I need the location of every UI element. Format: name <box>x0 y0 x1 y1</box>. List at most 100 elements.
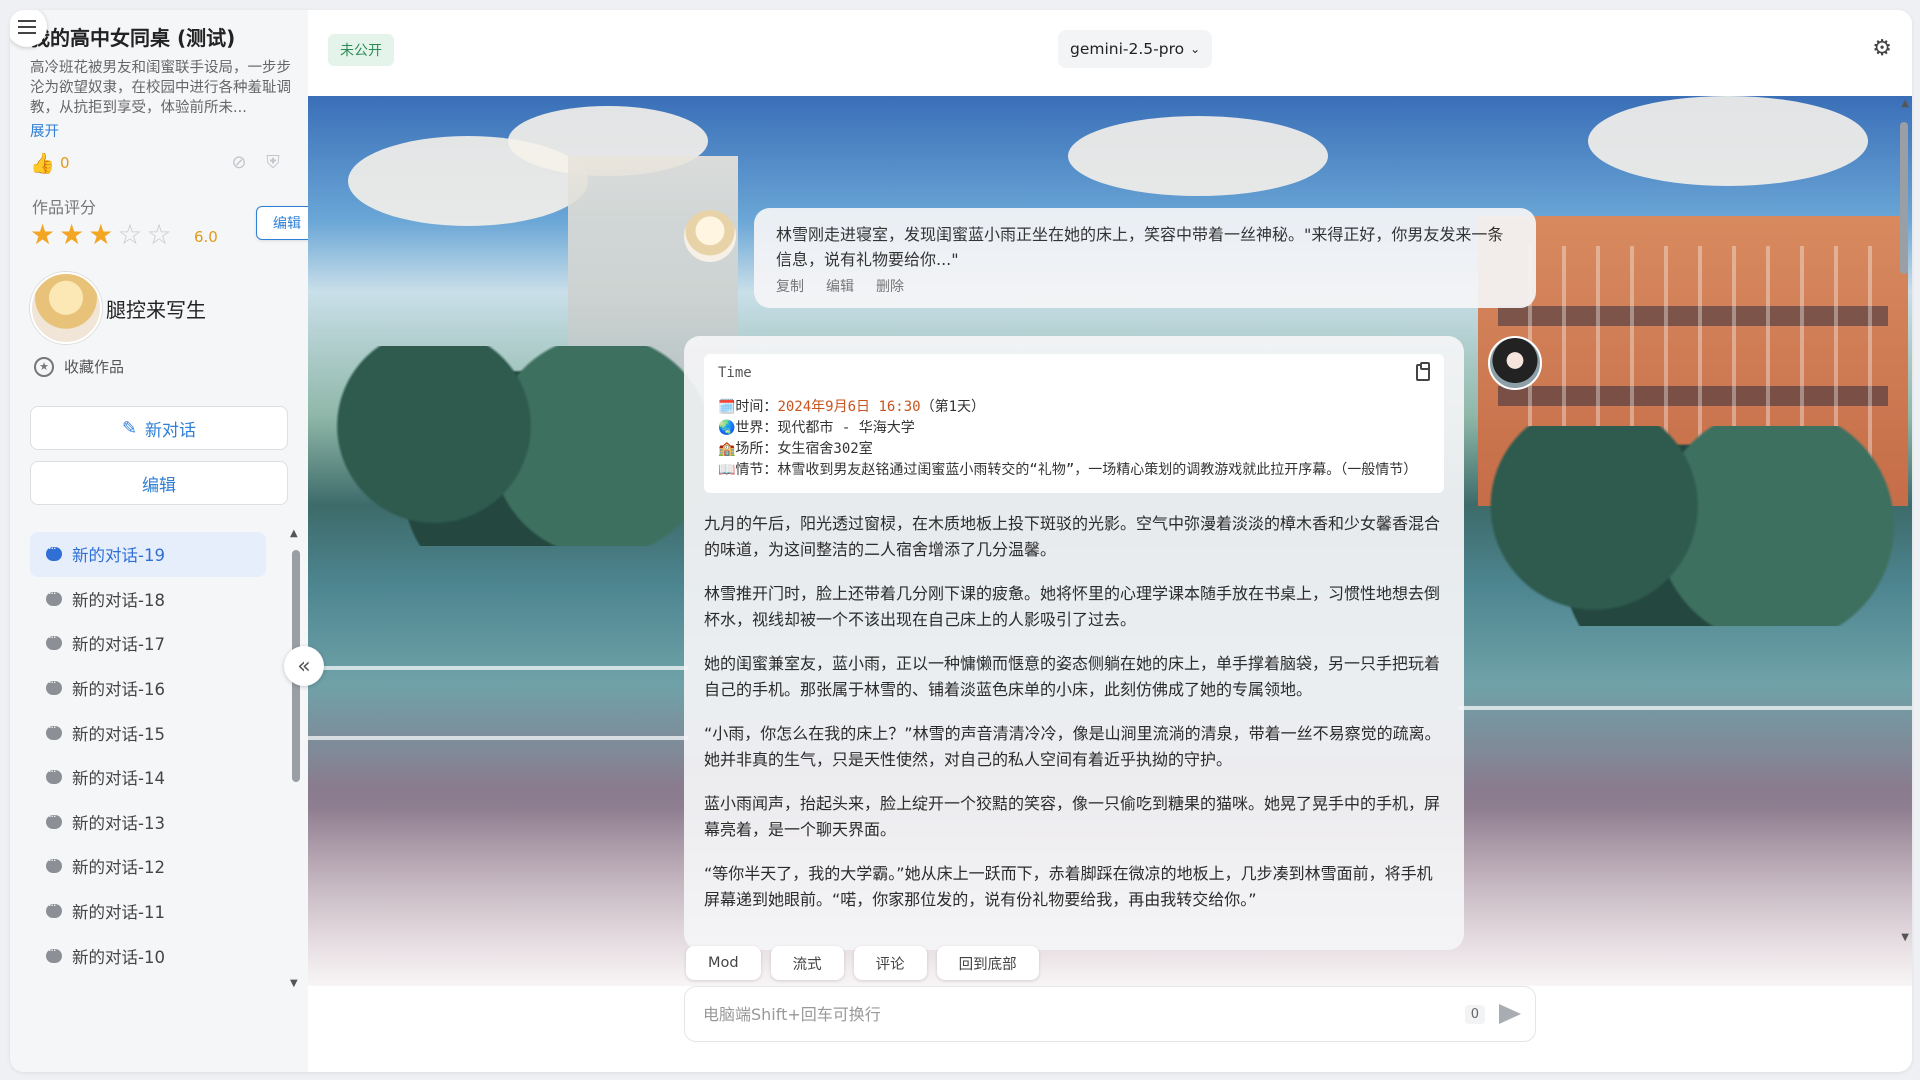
background-cloud <box>1068 116 1328 196</box>
star-empty-icon[interactable]: ☆ <box>117 220 142 250</box>
chat-bubble-icon <box>46 944 62 963</box>
like-count: 0 <box>60 154 70 172</box>
edit-message-button[interactable]: 编辑 <box>826 276 854 296</box>
scroll-up-arrow[interactable]: ▲ <box>290 528 298 539</box>
story-paragraph: 蓝小雨闻声，抬起头来，脸上绽开一个狡黠的笑容，像一只偷吃到糖果的猫咪。她晃了晃手… <box>704 794 1441 839</box>
author-avatar[interactable] <box>30 272 102 344</box>
chat-list-item[interactable]: 新的对话-19 <box>30 532 266 577</box>
scroll-up-arrow[interactable]: ▲ <box>1901 98 1909 109</box>
star-filled-icon[interactable]: ★ <box>30 220 55 250</box>
chat-list-item-label: 新的对话-16 <box>72 680 165 700</box>
collapse-sidebar-button[interactable]: « <box>284 646 324 686</box>
new-chat-button[interactable]: ✎ 新对话 <box>30 406 288 450</box>
model-name: gemini-2.5-pro <box>1070 40 1185 58</box>
delete-button[interactable]: 删除 <box>876 276 904 296</box>
favorite-button[interactable]: ★ 收藏作品 <box>34 356 124 377</box>
court-line <box>1458 706 1912 710</box>
message-composer: 0 <box>684 986 1536 1042</box>
chat-list-item[interactable]: 新的对话-17 <box>30 621 266 666</box>
mod-button[interactable]: Mod <box>686 946 761 980</box>
scroll-to-bottom-button[interactable]: 回到底部 <box>936 946 1039 980</box>
chat-bubble-icon <box>46 587 62 606</box>
send-icon[interactable] <box>1499 1004 1521 1024</box>
time-card-title: Time <box>718 364 752 381</box>
thumbs-up-icon: 👍 <box>30 151 55 175</box>
chat-list-item[interactable]: 新的对话-11 <box>30 889 266 934</box>
chat-list-item[interactable]: 新的对话-18 <box>30 577 266 622</box>
top-bar: 未公开 gemini-2.5-pro ⌄ ⚙ <box>308 10 1912 96</box>
like-button[interactable]: 👍 0 <box>30 152 70 174</box>
background-trees <box>308 346 728 546</box>
star-outline-icon: ★ <box>34 356 54 377</box>
world-line: 🌏世界：现代都市 - 华海大学 <box>718 420 915 436</box>
chat-scrollbar[interactable] <box>1900 122 1908 274</box>
scroll-down-arrow[interactable]: ▼ <box>1901 932 1909 943</box>
edit-button[interactable]: 编辑 <box>30 461 288 505</box>
scroll-down-arrow[interactable]: ▼ <box>290 978 298 989</box>
chat-list-item-label: 新的对话-17 <box>72 635 165 655</box>
chat-list-item[interactable]: 新的对话-15 <box>30 710 266 755</box>
edit-square-icon: ✎ <box>121 417 138 439</box>
court-line <box>308 736 688 740</box>
stream-button[interactable]: 流式 <box>770 946 844 980</box>
chat-list-item-label: 新的对话-11 <box>72 903 165 923</box>
char-count: 0 <box>1464 1004 1485 1024</box>
expand-link[interactable]: 展开 <box>30 120 59 141</box>
chat-bubble-icon <box>46 631 62 651</box>
story-paragraph: “等你半天了，我的大学霸。”她从床上一跃而下，赤着脚踩在微凉的地板上，几步凑到林… <box>704 864 1433 909</box>
chat-list-item[interactable]: 新的对话-12 <box>30 844 266 889</box>
clipboard-icon[interactable] <box>1416 362 1430 381</box>
chat-bubble-icon <box>46 721 62 740</box>
star-empty-icon[interactable]: ☆ <box>146 220 171 250</box>
story-message: Time 🗓️时间：2024年9月6日 16:30（第1天） 🌏世界：现代都市 … <box>684 336 1464 950</box>
chat-list-item-label: 新的对话-12 <box>72 858 165 878</box>
rating-score: 6.0 <box>194 228 218 246</box>
chat-list-item[interactable]: 新的对话-10 <box>30 933 266 978</box>
chat-bubble-icon <box>46 765 62 785</box>
user-avatar <box>1488 336 1542 390</box>
message-bubble: 林雪刚走进寝室，发现闺蜜蓝小雨正坐在她的床上，笑容中带着一丝神秘。"来得正好，你… <box>754 208 1536 308</box>
place-line: 🏫场所：女生宿舍302室 <box>718 441 873 457</box>
chat-list-item-label: 新的对话-19 <box>72 546 165 566</box>
ai-avatar <box>684 210 736 262</box>
message-input[interactable] <box>701 1003 1465 1025</box>
shield-icon[interactable]: ⛨ <box>262 152 284 174</box>
chat-list-item[interactable]: 新的对话-16 <box>30 666 266 711</box>
story-paragraph: “小雨，你怎么在我的床上？”林雪的声音清清冷冷，像是山涧里流淌的清泉，带着一丝不… <box>704 724 1441 769</box>
message-actions: 复制 编辑 删除 <box>776 276 1514 296</box>
chat-list-item[interactable]: 新的对话-13 <box>30 800 266 845</box>
chat-bubble-icon <box>46 810 62 829</box>
copy-button[interactable]: 复制 <box>776 276 804 296</box>
app-window: 我的高中女同桌 (测试) 高冷班花被男友和闺蜜联手设局，一步步沦为欲望奴隶，在校… <box>10 10 1912 1072</box>
time-date: 2024年9月6日 16:30 <box>777 399 921 415</box>
sidebar: 我的高中女同桌 (测试) 高冷班花被男友和闺蜜联手设局，一步步沦为欲望奴隶，在校… <box>10 10 318 1072</box>
rating-label: 作品评分 <box>32 198 97 217</box>
chat-list-item-label: 新的对话-10 <box>72 947 165 967</box>
action-bar: Mod 流式 评论 回到底部 <box>686 946 1039 980</box>
chat-list: 新的对话-19 新的对话-18 新的对话-17 新的对话-16 新的对话-15 新的对话-… <box>30 532 266 978</box>
chat-bubble-icon <box>46 854 62 874</box>
background-cloud <box>1588 96 1868 186</box>
time-line: 🗓️时间：2024年9月6日 16:30（第1天） <box>718 397 1430 418</box>
time-card-header: Time <box>718 362 1430 381</box>
author-name[interactable]: 腿控来写生 <box>106 294 206 323</box>
star-filled-icon[interactable]: ★ <box>59 220 84 250</box>
time-prefix: 🗓️时间： <box>718 399 778 415</box>
story-paragraph: 她的闺蜜兼室友，蓝小雨，正以一种慵懒而惬意的姿态侧躺在她的床上，单手撑着脑袋，另… <box>704 654 1441 699</box>
chat-bubble-icon <box>46 542 62 562</box>
block-icon[interactable]: ⊘ <box>228 152 250 174</box>
comment-button[interactable]: 评论 <box>853 946 927 980</box>
work-description: 高冷班花被男友和闺蜜联手设局，一步步沦为欲望奴隶，在校园中进行各种羞耻调教，从抗… <box>30 60 291 116</box>
chat-list-item-label: 新的对话-18 <box>72 590 165 610</box>
chat-list-item[interactable]: 新的对话-14 <box>30 755 266 800</box>
favorite-label: 收藏作品 <box>64 358 125 376</box>
chat-list-item-label: 新的对话-14 <box>72 769 165 789</box>
court-line <box>308 666 688 670</box>
background-trees <box>1458 426 1912 626</box>
chat-bubble-icon <box>46 899 62 919</box>
star-filled-icon[interactable]: ★ <box>88 220 113 250</box>
model-selector[interactable]: gemini-2.5-pro ⌄ <box>1058 30 1213 68</box>
chat-list-item-label: 新的对话-15 <box>72 724 165 744</box>
work-title: 我的高中女同桌 (测试) <box>30 26 236 50</box>
gear-icon[interactable]: ⚙ <box>1872 36 1892 61</box>
